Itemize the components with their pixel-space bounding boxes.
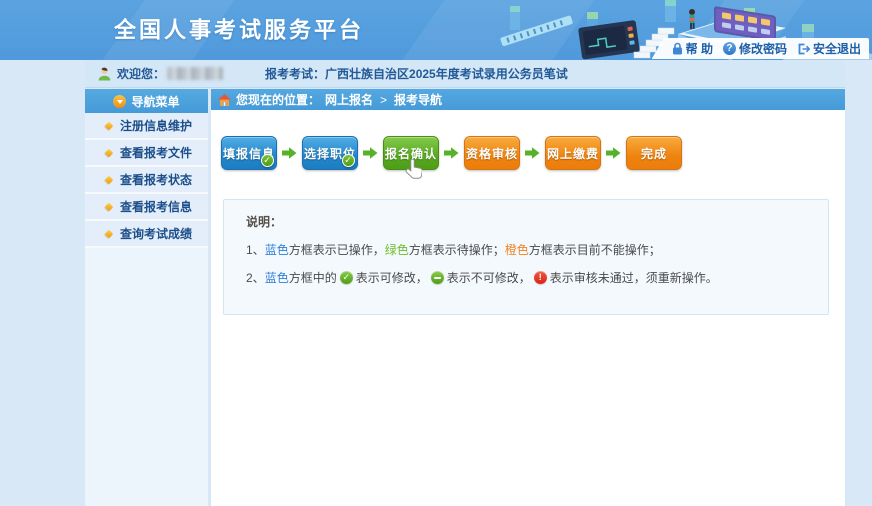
change-password-label: 修改密码 <box>739 40 787 57</box>
check-badge-icon: ✓ <box>342 154 355 167</box>
bullet-icon <box>105 202 113 210</box>
content-area: 填报信息 ✓ 选择职位 ✓ 报名确认 <box>211 110 845 315</box>
user-avatar-icon <box>97 66 112 81</box>
header-toolbar: 帮 助 ? 修改密码 安全退出 <box>652 38 869 59</box>
breadcrumb-current: 报考导航 <box>394 91 442 108</box>
breadcrumb-section: 网上报名 <box>325 91 373 108</box>
sidebar-item-view-documents[interactable]: 查看报考文件 <box>85 140 208 167</box>
chevron-down-icon <box>113 95 126 108</box>
step-confirm-registration-button[interactable]: 报名确认 <box>383 136 439 170</box>
exam-name: 广西壮族自治区2025年度考试录用公务员笔试 <box>325 65 568 82</box>
sidebar-item-label: 查询考试成绩 <box>120 225 192 242</box>
note-orange-word: 橙色 <box>505 241 529 258</box>
logout-button[interactable]: 安全退出 <box>797 40 861 57</box>
note-text: 方框表示待操作； <box>409 241 505 258</box>
body-row: 导航菜单 注册信息维护 查看报考文件 查看报考状态 查看报考信息 查询考试成绩 <box>85 89 845 506</box>
arrow-right-icon <box>444 146 459 160</box>
page-title: 全国人事考试服务平台 <box>114 13 364 45</box>
bullet-icon <box>105 121 113 129</box>
bullet-icon <box>105 148 113 156</box>
check-badge-icon: ✓ <box>261 154 274 167</box>
registration-steps: 填报信息 ✓ 选择职位 ✓ 报名确认 <box>221 136 845 170</box>
exclamation-circle-icon: ! <box>534 271 547 284</box>
step-select-position-button[interactable]: 选择职位 ✓ <box>302 136 358 170</box>
note-text: 表示不可修改， <box>447 269 531 286</box>
exam-label: 报考考试： <box>265 65 325 82</box>
minus-circle-icon <box>431 271 444 284</box>
note-green-word: 绿色 <box>385 241 409 258</box>
lock-icon <box>672 42 683 55</box>
note-blue-word: 蓝色 <box>265 241 289 258</box>
step-fill-info-button[interactable]: 填报信息 ✓ <box>221 136 277 170</box>
legend-note-box: 说明： 1、 蓝色 方框表示已操作， 绿色 方框表示待操作； 橙色 方框表示目前… <box>223 199 829 315</box>
welcome-label: 欢迎您： <box>117 65 165 82</box>
note-text: 方框表示目前不能操作； <box>529 241 661 258</box>
sidebar-item-query-scores[interactable]: 查询考试成绩 <box>85 221 208 248</box>
bullet-icon <box>105 175 113 183</box>
arrow-right-icon <box>363 146 378 160</box>
app-header: 全国人事考试服务平台 <box>0 0 872 60</box>
note-blue-word: 蓝色 <box>265 269 289 286</box>
bullet-icon <box>105 229 113 237</box>
arrow-right-icon <box>606 146 621 160</box>
note-line-2: 2、 蓝色 方框中的 ✓ 表示可修改， 表示不可修改， ! 表示审核未通过，须重… <box>246 269 808 286</box>
redacted-username <box>167 67 223 80</box>
sidebar-item-label: 查看报考信息 <box>120 198 192 215</box>
main-container: 欢迎您： 报考考试： 广西壮族自治区2025年度考试录用公务员笔试 导航菜单 注… <box>85 60 845 506</box>
sidebar-item-registration-info[interactable]: 注册信息维护 <box>85 113 208 140</box>
step-complete-button[interactable]: 完成 <box>626 136 682 170</box>
breadcrumb: 您现在的位置： 网上报名 > 报考导航 <box>211 89 845 110</box>
sidebar-item-label: 查看报考状态 <box>120 171 192 188</box>
breadcrumb-location-label: 您现在的位置： <box>236 91 320 108</box>
sidebar-item-view-info[interactable]: 查看报考信息 <box>85 194 208 221</box>
note-text: 表示审核未通过，须重新操作。 <box>550 269 718 286</box>
exit-icon <box>797 43 810 55</box>
question-icon: ? <box>723 42 736 55</box>
arrow-right-icon <box>525 146 540 160</box>
home-icon <box>218 94 231 106</box>
change-password-button[interactable]: ? 修改密码 <box>723 40 787 57</box>
sidebar-item-label: 查看报考文件 <box>120 144 192 161</box>
sidebar-title: 导航菜单 <box>131 93 179 110</box>
note-text: 方框中的 <box>289 269 337 286</box>
note-text: 方框表示已操作， <box>289 241 385 258</box>
note-title: 说明： <box>246 213 808 230</box>
arrow-right-icon <box>282 146 297 160</box>
breadcrumb-separator: > <box>380 93 387 107</box>
step-online-payment-button[interactable]: 网上缴费 <box>545 136 601 170</box>
sidebar-item-label: 注册信息维护 <box>120 117 192 134</box>
step-label: 资格审核 <box>466 145 518 162</box>
help-label: 帮 助 <box>686 40 713 57</box>
step-label: 完成 <box>641 145 667 162</box>
logout-label: 安全退出 <box>813 40 861 57</box>
note-num: 1、 <box>246 241 265 258</box>
hand-cursor-icon <box>403 159 422 184</box>
note-text: 表示可修改， <box>356 269 428 286</box>
sidebar-item-view-status[interactable]: 查看报考状态 <box>85 167 208 194</box>
sidebar: 导航菜单 注册信息维护 查看报考文件 查看报考状态 查看报考信息 查询考试成绩 <box>85 89 208 506</box>
step-label: 网上缴费 <box>547 145 599 162</box>
check-circle-icon: ✓ <box>340 271 353 284</box>
main-panel: 您现在的位置： 网上报名 > 报考导航 填报信息 ✓ 选择职位 ✓ <box>211 89 845 506</box>
note-num: 2、 <box>246 269 265 286</box>
user-info-bar: 欢迎您： 报考考试： 广西壮族自治区2025年度考试录用公务员笔试 <box>85 60 845 88</box>
step-qualification-review-button[interactable]: 资格审核 <box>464 136 520 170</box>
help-button[interactable]: 帮 助 <box>672 40 713 57</box>
sidebar-nav-header[interactable]: 导航菜单 <box>85 89 208 113</box>
note-line-1: 1、 蓝色 方框表示已操作， 绿色 方框表示待操作； 橙色 方框表示目前不能操作… <box>246 241 808 258</box>
